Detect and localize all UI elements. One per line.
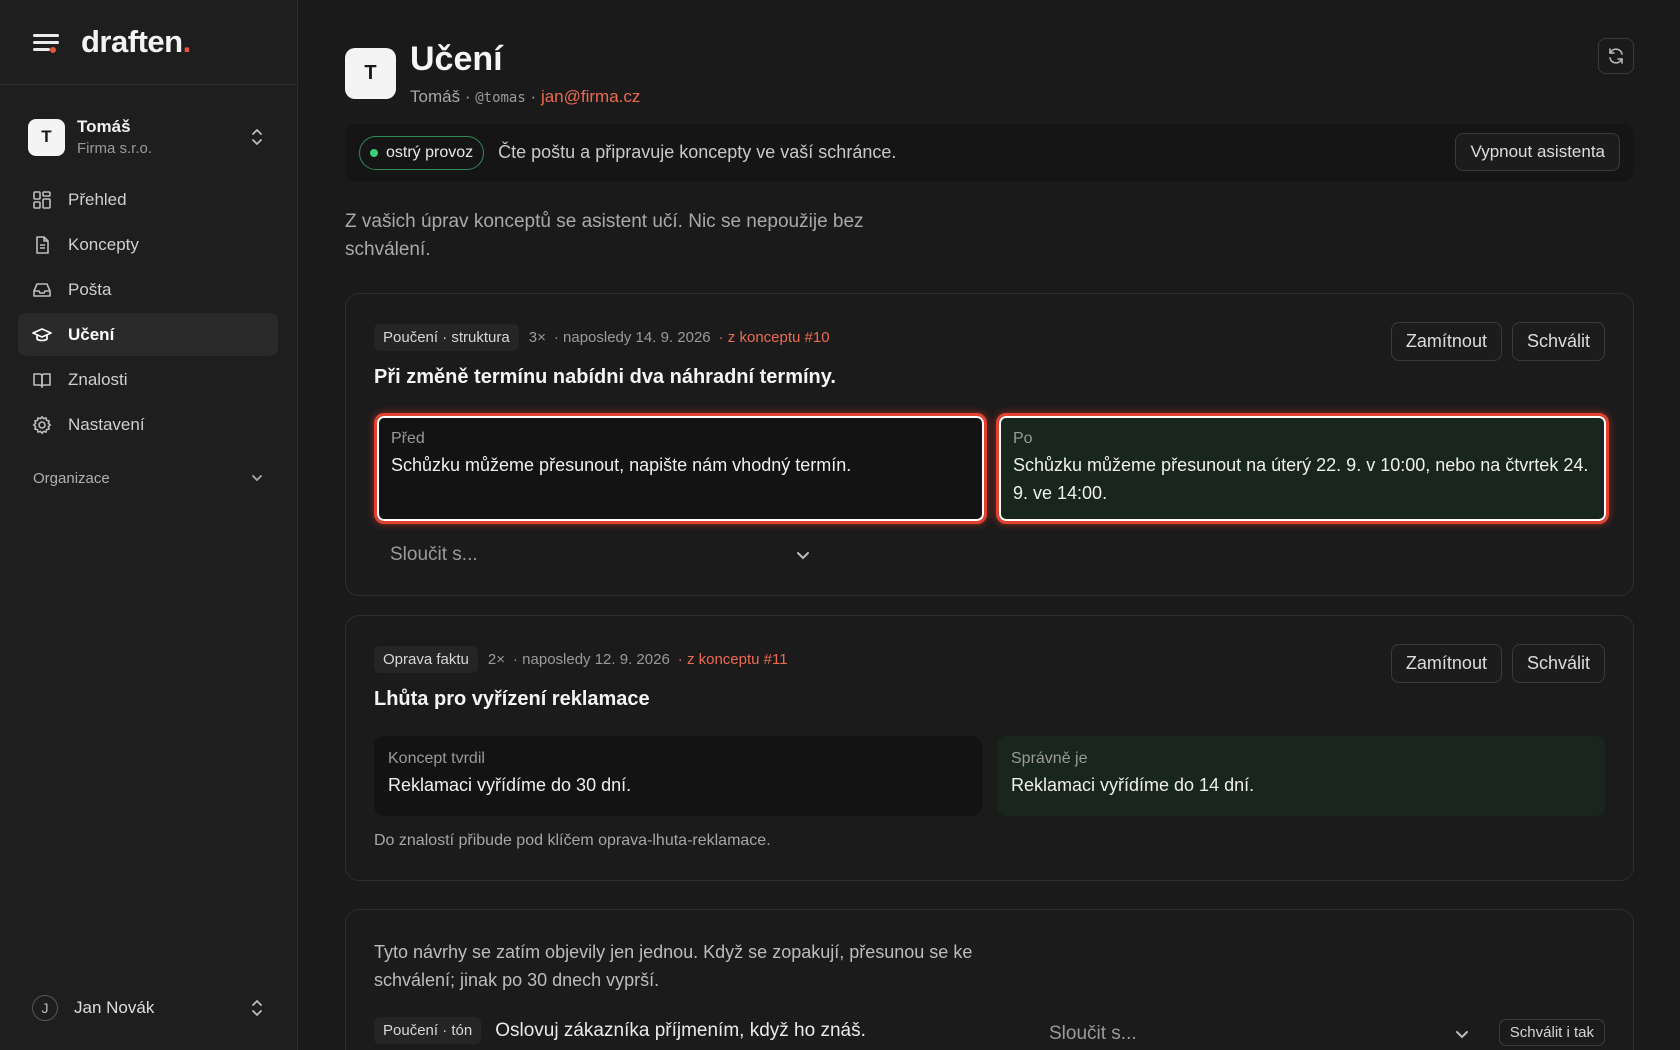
account-org: Firma s.r.o. — [77, 140, 153, 157]
sidebar-item-nastaveni[interactable]: Nastavení — [18, 403, 278, 446]
user-avatar: J — [32, 995, 58, 1021]
sidebar-item-label: Koncepty — [68, 234, 139, 254]
pending-item: Poučení · tón Oslovuj zákazníka příjmení… — [374, 1017, 866, 1044]
merge-select-placeholder: Sloučit s... — [1049, 1023, 1137, 1044]
approve-button[interactable]: Schválit — [1511, 644, 1605, 683]
separator: · — [464, 87, 471, 106]
dashboard-icon — [33, 190, 51, 209]
pending-item-text: Oslovuj zákazníka příjmením, když ho zná… — [495, 1019, 866, 1041]
correct-value-label: Správně je — [1011, 750, 1088, 767]
lesson-last-seen: · naposledy 12. 9. 2026 — [513, 651, 670, 668]
refresh-icon — [1609, 48, 1623, 64]
lesson-meta: Oprava faktu 2× · naposledy 12. 9. 2026 … — [374, 646, 788, 673]
intro-text: Z vašich úprav konceptů se asistent učí.… — [345, 211, 864, 260]
owner-handle: @tomas — [475, 90, 526, 106]
merge-select[interactable]: Sloučit s... — [1049, 1019, 1469, 1049]
lesson-actions: Zamítnout Schválit — [1381, 644, 1605, 683]
sidebar-item-koncepty[interactable]: Koncepty — [18, 223, 278, 266]
status-badge: ostrý provoz — [359, 135, 485, 170]
knowledge-note: Do znalostí přibude pod klíčem oprava-lh… — [374, 832, 771, 849]
lesson-count: 2× — [487, 651, 505, 668]
logo: draften. — [81, 24, 191, 59]
user-name: Jan Novák — [74, 998, 155, 1017]
status-badge-label: ostrý provoz — [386, 143, 474, 161]
sidebar-item-label: Učení — [68, 324, 115, 344]
sidebar-item-label: Znalosti — [68, 369, 128, 389]
graduation-cap-icon — [32, 327, 52, 341]
lesson-title: Při změně termínu nabídni dva náhradní t… — [374, 366, 836, 388]
sidebar-item-prehled[interactable]: Přehled — [18, 178, 278, 221]
after-text: Schůzku můžeme přesunout na úterý 22. 9.… — [1013, 455, 1589, 503]
account-switcher[interactable]: T Tomáš Firma s.r.o. — [18, 108, 278, 166]
inbox-icon — [33, 282, 51, 297]
menu-icon[interactable] — [33, 32, 59, 53]
lesson-tag: Poučení · tón — [374, 1017, 482, 1044]
lesson-actions: Zamítnout Schválit — [1381, 322, 1605, 361]
lesson-last-seen: · naposledy 14. 9. 2026 — [553, 329, 711, 346]
document-icon — [36, 235, 49, 254]
correct-value-text: Reklamaci vyřídíme do 14 dní. — [1011, 775, 1255, 795]
account-name: Tomáš — [77, 117, 131, 136]
sidebar-item-uceni[interactable]: Učení — [18, 313, 278, 356]
sidebar-item-posta[interactable]: Pošta — [18, 268, 278, 311]
lesson-source-link[interactable]: · z konceptu #10 — [719, 329, 830, 346]
sidebar-nav: Přehled Koncepty Pošta Učení Znalosti Na… — [18, 178, 278, 448]
refresh-button[interactable] — [1598, 38, 1634, 74]
after-label: Po — [1013, 430, 1033, 447]
after-panel: Po Schůzku můžeme přesunout na úterý 22.… — [996, 413, 1609, 524]
lesson-tag: Poučení · struktura — [374, 324, 519, 351]
lesson-card: Poučení · struktura 3× · naposledy 14. 9… — [345, 293, 1634, 596]
before-panel: Před Schůzku můžeme přesunout, napište n… — [374, 413, 987, 524]
sidebar-item-znalosti[interactable]: Znalosti — [18, 358, 278, 401]
before-text: Schůzku můžeme přesunout, napište nám vh… — [391, 455, 852, 475]
owner-name: Tomáš — [410, 87, 461, 106]
organization-section-toggle[interactable]: Organizace — [18, 458, 278, 498]
main-content: T Učení Tomáš · @tomas · jan@firma.cz os… — [345, 0, 1634, 1050]
gear-icon — [32, 415, 52, 434]
assistant-avatar: T — [345, 48, 396, 99]
pending-suggestions-card: Tyto návrhy se zatím objevily jen jednou… — [345, 909, 1634, 1050]
sidebar-item-label: Přehled — [68, 189, 127, 209]
draft-claimed-panel: Koncept tvrdil Reklamaci vyřídíme do 30 … — [374, 736, 982, 816]
lesson-title: Lhůta pro vyřízení reklamace — [374, 688, 650, 710]
reject-button[interactable]: Zamítnout — [1390, 322, 1502, 361]
live-dot-icon — [370, 148, 378, 157]
sidebar-item-label: Pošta — [68, 279, 112, 299]
chevron-down-icon — [797, 552, 809, 560]
page-title: Učení — [410, 40, 503, 78]
organization-section-label: Organizace — [33, 469, 110, 487]
correct-value-panel: Správně je Reklamaci vyřídíme do 14 dní. — [997, 736, 1605, 816]
approve-button[interactable]: Schválit — [1511, 322, 1605, 361]
account-avatar: T — [28, 118, 65, 156]
status-description: Čte poštu a připravuje koncepty ve vaší … — [498, 142, 897, 162]
approve-anyway-button[interactable]: Schválit i tak — [1498, 1019, 1605, 1046]
sidebar-item-label: Nastavení — [68, 414, 145, 434]
owner-email-link[interactable]: jan@firma.cz — [541, 87, 640, 106]
separator: · — [530, 87, 537, 106]
lesson-card: Oprava faktu 2× · naposledy 12. 9. 2026 … — [345, 615, 1634, 881]
lesson-source-link[interactable]: · z konceptu #11 — [678, 651, 788, 668]
chevron-updown-icon — [252, 129, 262, 145]
chevron-updown-icon — [252, 1000, 262, 1016]
brand-bar: draften. — [0, 0, 297, 85]
before-label: Před — [391, 430, 425, 447]
chevron-down-icon — [1456, 1031, 1468, 1039]
lesson-tag: Oprava faktu — [374, 646, 478, 673]
lesson-meta: Poučení · struktura 3× · naposledy 14. 9… — [374, 324, 830, 351]
assistant-status-bar: ostrý provoz Čte poštu a připravuje konc… — [345, 124, 1634, 181]
merge-select[interactable]: Sloučit s... — [390, 537, 810, 573]
chevron-down-icon — [252, 475, 262, 482]
page-subtitle: Tomáš · @tomas · jan@firma.cz — [410, 87, 640, 107]
lesson-count: 3× — [528, 329, 546, 346]
disable-assistant-button[interactable]: Vypnout asistenta — [1455, 133, 1620, 171]
user-menu[interactable]: J Jan Novák — [18, 985, 278, 1031]
book-icon — [33, 372, 51, 388]
draft-claimed-label: Koncept tvrdil — [388, 750, 485, 767]
pending-description: Tyto návrhy se zatím objevily jen jednou… — [374, 942, 973, 990]
reject-button[interactable]: Zamítnout — [1390, 644, 1502, 683]
merge-select-placeholder: Sloučit s... — [390, 544, 478, 565]
draft-claimed-text: Reklamaci vyřídíme do 30 dní. — [388, 775, 632, 795]
sidebar: draften. T Tomáš Firma s.r.o. Přehled Ko… — [0, 0, 298, 1050]
page-header: T Učení Tomáš · @tomas · jan@firma.cz — [345, 40, 640, 107]
